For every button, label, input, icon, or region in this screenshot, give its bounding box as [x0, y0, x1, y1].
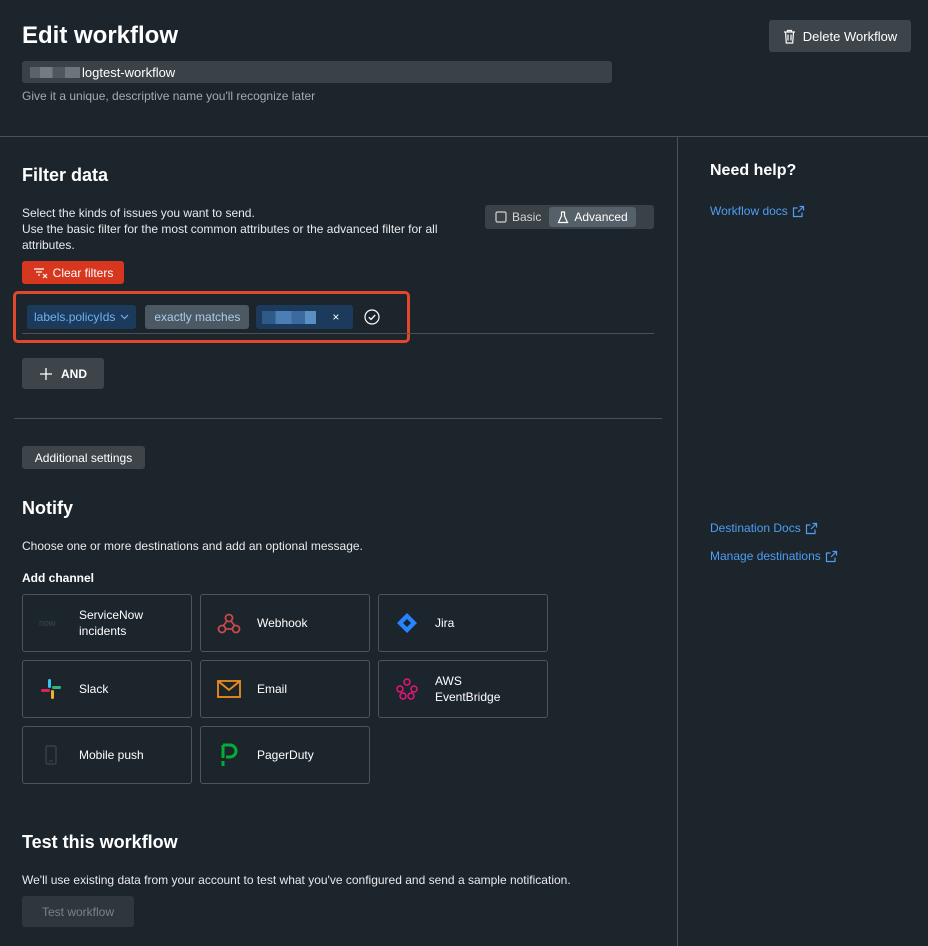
- chevron-down-icon: [120, 314, 129, 320]
- filter-mode-toggle: Basic Advanced: [485, 205, 654, 229]
- flask-icon: [557, 210, 569, 224]
- basic-toggle[interactable]: Basic: [487, 207, 549, 227]
- redacted-name-prefix: [30, 66, 80, 78]
- destination-docs-link[interactable]: Destination Docs: [710, 521, 818, 535]
- add-channel-label: Add channel: [22, 571, 95, 585]
- channel-label: Webhook: [257, 616, 308, 630]
- filter-clear-icon: [33, 267, 48, 279]
- channel-webhook[interactable]: Webhook: [200, 594, 370, 652]
- slack-icon: [39, 677, 63, 701]
- channel-label: AWS: [435, 674, 462, 688]
- channel-servicenow[interactable]: now ServiceNow incidents: [22, 594, 192, 652]
- channel-pagerduty[interactable]: PagerDuty: [200, 726, 370, 784]
- filter-desc-line-2: Use the basic filter for the most common…: [22, 222, 438, 236]
- pagerduty-icon: [217, 743, 241, 767]
- notify-title: Notify: [22, 498, 73, 518]
- jira-icon: [395, 611, 419, 635]
- and-label: AND: [61, 366, 87, 381]
- workflow-docs-link[interactable]: Workflow docs: [710, 204, 805, 218]
- manage-destinations-link[interactable]: Manage destinations: [710, 549, 838, 563]
- destination-docs-label: Destination Docs: [710, 521, 801, 535]
- channel-email[interactable]: Email: [200, 660, 370, 718]
- section-divider: [14, 418, 662, 419]
- filter-desc-line-3: attributes.: [22, 238, 75, 252]
- need-help-title: Need help?: [710, 162, 797, 179]
- svg-text:now: now: [39, 618, 56, 628]
- channel-slack[interactable]: Slack: [22, 660, 192, 718]
- sidebar-divider: [677, 137, 678, 946]
- add-and-condition-button[interactable]: AND: [22, 358, 104, 389]
- channel-label: PagerDuty: [257, 748, 314, 762]
- channel-label-2: incidents: [79, 624, 127, 638]
- advanced-toggle[interactable]: Advanced: [549, 207, 636, 227]
- external-link-icon: [805, 522, 818, 535]
- email-icon: [217, 677, 241, 701]
- mobile-icon: [39, 743, 63, 767]
- advanced-toggle-label: Advanced: [574, 210, 628, 224]
- aws-eventbridge-icon: [395, 677, 419, 701]
- workflow-name-input[interactable]: logtest-workflow: [22, 61, 612, 83]
- redacted-filter-value: [262, 310, 317, 324]
- attribute-label: labels.policyIds: [34, 310, 116, 324]
- filter-desc-line-1: Select the kinds of issues you want to s…: [22, 206, 255, 220]
- basic-toggle-label: Basic: [512, 210, 542, 224]
- workflow-name-value: logtest-workflow: [82, 64, 176, 80]
- workflow-name-hint: Give it a unique, descriptive name you'l…: [22, 89, 316, 103]
- channel-label: Slack: [79, 682, 109, 696]
- manage-destinations-label: Manage destinations: [710, 549, 821, 563]
- channel-mobile-push[interactable]: Mobile push: [22, 726, 192, 784]
- operator-dropdown[interactable]: exactly matches: [145, 305, 250, 329]
- channel-label: ServiceNow: [79, 608, 144, 622]
- additional-settings-button[interactable]: Additional settings: [22, 446, 145, 469]
- attribute-dropdown[interactable]: labels.policyIds: [27, 305, 137, 329]
- trash-icon: [783, 29, 796, 44]
- filter-condition-row: labels.policyIds exactly matches ×: [27, 305, 381, 329]
- external-link-icon: [825, 550, 838, 563]
- filter-data-title: Filter data: [22, 165, 109, 185]
- channel-aws-eventbridge[interactable]: AWS EventBridge: [378, 660, 548, 718]
- plus-icon: [39, 367, 53, 381]
- delete-workflow-button[interactable]: Delete Workflow: [769, 20, 911, 52]
- test-workflow-desc: We'll use existing data from your accoun…: [22, 873, 571, 887]
- test-workflow-title: Test this workflow: [22, 832, 178, 852]
- external-link-icon: [792, 205, 805, 218]
- delete-workflow-label: Delete Workflow: [802, 28, 898, 44]
- webhook-icon: [217, 611, 241, 635]
- square-icon: [495, 211, 507, 223]
- notify-desc: Choose one or more destinations and add …: [22, 539, 363, 553]
- filter-row-divider: [22, 333, 654, 334]
- channel-label: Mobile push: [79, 748, 144, 762]
- channel-label: Email: [257, 682, 288, 696]
- test-workflow-button[interactable]: Test workflow: [22, 896, 134, 927]
- channel-label: Jira: [435, 616, 455, 630]
- channel-label-2: EventBridge: [435, 690, 501, 704]
- remove-value-icon[interactable]: ×: [332, 310, 339, 324]
- servicenow-icon: now: [39, 611, 63, 635]
- operator-label: exactly matches: [154, 310, 241, 324]
- channel-jira[interactable]: Jira: [378, 594, 548, 652]
- check-circle-icon[interactable]: [364, 309, 381, 325]
- filter-value-chip[interactable]: ×: [256, 305, 354, 329]
- page-header: Edit workflow Delete Workflow logtest-wo…: [0, 0, 928, 137]
- workflow-docs-label: Workflow docs: [710, 204, 788, 218]
- page-title: Edit workflow: [22, 22, 178, 49]
- edit-workflow-page: Edit workflow Delete Workflow logtest-wo…: [0, 0, 928, 946]
- clear-filters-button[interactable]: Clear filters: [22, 261, 124, 284]
- clear-filters-label: Clear filters: [52, 265, 114, 280]
